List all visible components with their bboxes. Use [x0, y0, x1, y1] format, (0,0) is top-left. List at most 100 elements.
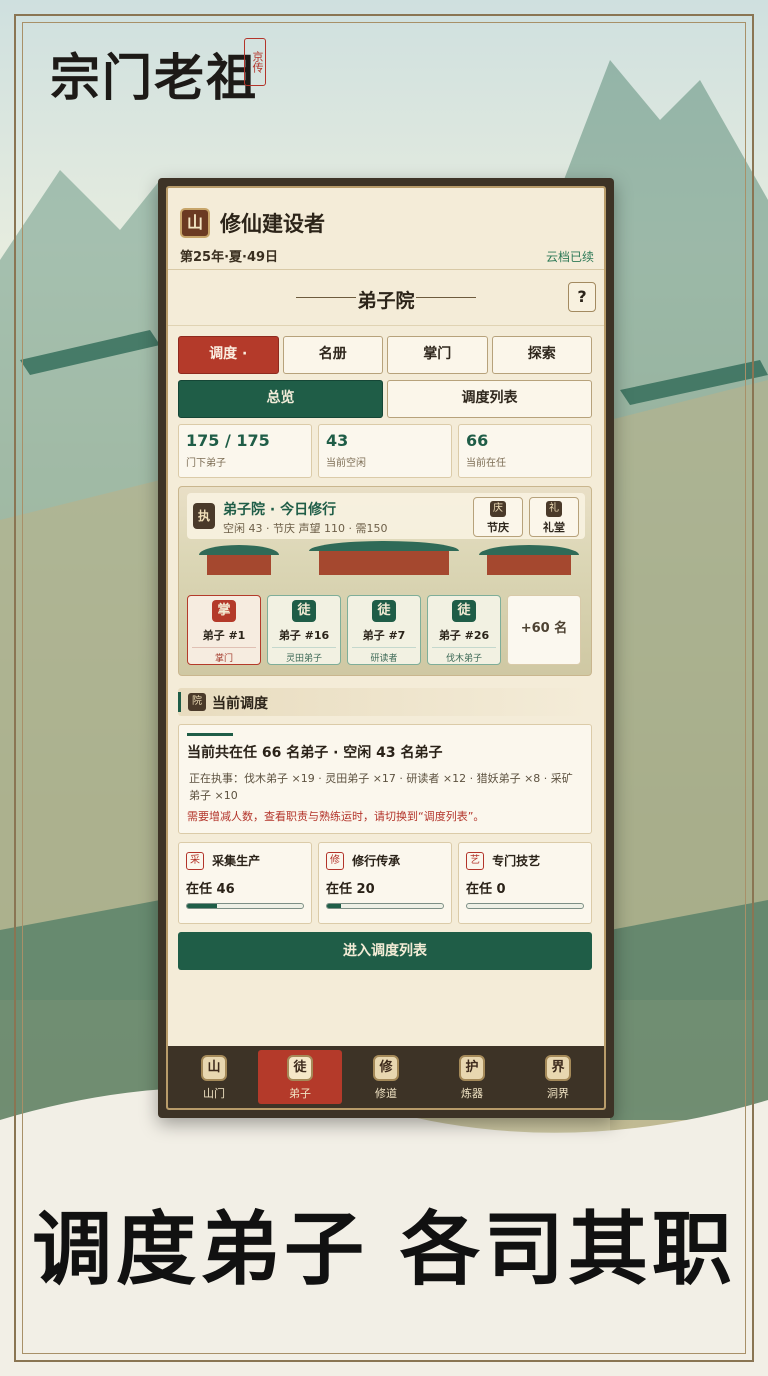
sect-emblem-icon: 山 — [180, 208, 210, 238]
nav-realm[interactable]: 界 洞界 — [516, 1050, 600, 1104]
festival-label: 节庆 — [487, 521, 509, 534]
summary-detail: 正在执事：伐木弟子 ×19 · 灵田弟子 ×17 · 研读者 ×12 · 猎妖弟… — [189, 772, 573, 802]
stat-label: 当前在任 — [466, 458, 506, 469]
disciple-role: 研读者 — [352, 647, 416, 664]
game-logo: 宗门老祖 — [50, 48, 258, 107]
nav-label: 弟子 — [289, 1087, 311, 1100]
disciple-name: 弟子 #26 — [438, 629, 490, 642]
hall-label: 礼堂 — [543, 521, 565, 534]
stat-value: 43 — [326, 431, 349, 450]
job-gathering[interactable]: 采 采集生产 在任 46 — [178, 842, 312, 924]
stat-label: 门下弟子 — [186, 458, 226, 469]
summary-main: 当前共在任 66 名弟子 · 空闲 43 名弟子 — [187, 745, 443, 761]
summary-warning: 需要增减人数，查看职责与熟练运时，请切换到“调度列表”。 — [187, 810, 485, 823]
enter-dispatch-list-button[interactable]: 进入调度列表 — [178, 932, 592, 970]
hall-icon: 礼 — [546, 501, 562, 517]
job-progress-bar — [326, 903, 444, 909]
job-progress-fill — [327, 904, 341, 908]
rank-badge: 掌 — [212, 600, 236, 622]
section-accent-bar — [178, 692, 181, 712]
subtab-overview[interactable]: 总览 — [178, 380, 383, 418]
building-wall — [207, 555, 271, 575]
disciple-name: 弟子 #7 — [362, 629, 406, 642]
job-crafts[interactable]: 艺 专门技艺 在任 0 — [458, 842, 592, 924]
hall-button[interactable]: 礼 礼堂 — [529, 497, 579, 537]
courtyard-title: 弟子院 · 今日修行 — [223, 502, 337, 518]
job-count: 在任 0 — [466, 881, 506, 897]
disciple-role: 伐木弟子 — [432, 647, 496, 664]
game-date: 第25年·夏·49日 — [180, 250, 279, 265]
festival-button[interactable]: 庆 节庆 — [473, 497, 523, 537]
disciple-icon: 徒 — [287, 1055, 313, 1081]
cloud-save-status[interactable]: 云档已续 — [546, 248, 594, 265]
tab-dispatch[interactable]: 调度 · — [178, 336, 279, 374]
nav-forge[interactable]: 护 炼器 — [430, 1050, 514, 1104]
realm-icon: 界 — [545, 1055, 571, 1081]
building-roof — [479, 545, 579, 555]
job-cultivation[interactable]: 修 修行传承 在任 20 — [318, 842, 452, 924]
disciple-card[interactable]: 掌 弟子 #1 掌门 — [187, 595, 261, 665]
logo-seal: 京传 — [244, 38, 266, 86]
bottom-nav: 山 山门 徒 弟子 修 修道 护 炼器 界 洞界 — [168, 1046, 604, 1108]
gathering-icon: 采 — [186, 851, 204, 870]
disciple-role: 灵田弟子 — [272, 647, 336, 664]
nav-label: 洞界 — [547, 1087, 569, 1100]
building-roof — [309, 541, 459, 551]
job-progress-fill — [187, 904, 218, 908]
title-ornament-right — [416, 297, 476, 298]
section-header: 弟子院 ? — [168, 270, 604, 326]
stat-label: 当前空闲 — [326, 458, 366, 469]
stat-idle: 43 当前空闲 — [318, 424, 452, 478]
duty-seal-icon: 执 — [193, 503, 215, 529]
stat-value: 66 — [466, 431, 489, 450]
stat-value: 175 / 175 — [186, 431, 270, 450]
job-count: 在任 46 — [186, 881, 235, 897]
courtyard-subtitle: 空闲 43 · 节庆 声望 110 · 需150 — [223, 522, 388, 535]
game-window: 山 修仙建设者 第25年·夏·49日 云档已续 弟子院 ? 调度 · 名册 掌门… — [158, 178, 614, 1118]
current-dispatch-header: 院 当前调度 — [178, 688, 592, 716]
cultivation-icon: 修 — [326, 851, 344, 870]
stat-total-disciples: 175 / 175 门下弟子 — [178, 424, 312, 478]
page-title: 弟子院 — [357, 290, 415, 312]
nav-cultivation[interactable]: 修 修道 — [344, 1050, 428, 1104]
summary-accent — [187, 733, 233, 736]
nav-label: 炼器 — [461, 1087, 483, 1100]
nav-disciples[interactable]: 徒 弟子 — [258, 1050, 342, 1104]
festival-icon: 庆 — [490, 501, 506, 517]
courtyard-banner: 执 弟子院 · 今日修行 空闲 43 · 节庆 声望 110 · 需150 庆 … — [187, 493, 585, 539]
more-disciples-button[interactable]: +60 名 — [507, 595, 581, 665]
tab-roster[interactable]: 名册 — [282, 336, 383, 374]
current-dispatch-title: 当前调度 — [212, 696, 268, 712]
disciple-card[interactable]: 徒 弟子 #26 伐木弟子 — [427, 595, 501, 665]
job-progress-bar — [466, 903, 584, 909]
job-name: 专门技艺 — [492, 854, 541, 868]
rank-badge: 徒 — [452, 600, 476, 622]
building-roof — [199, 545, 279, 555]
courtyard-icon: 院 — [188, 693, 206, 711]
building-wall — [487, 555, 571, 575]
stats-row: 175 / 175 门下弟子 43 当前空闲 66 当前在任 — [178, 424, 592, 478]
disciple-name: 弟子 #1 — [202, 629, 246, 642]
nav-gate[interactable]: 山 山门 — [172, 1050, 256, 1104]
job-name: 修行传承 — [352, 854, 401, 868]
subtab-dispatch-list[interactable]: 调度列表 — [387, 380, 592, 418]
tab-explore[interactable]: 探索 — [491, 336, 592, 374]
job-name: 采集生产 — [212, 854, 261, 868]
building-wall — [319, 551, 449, 575]
forge-icon: 护 — [459, 1055, 485, 1081]
player-title: 修仙建设者 — [220, 212, 325, 236]
disciple-name: 弟子 #16 — [278, 629, 330, 642]
tab-master[interactable]: 掌门 — [387, 336, 488, 374]
cultivation-icon: 修 — [373, 1055, 399, 1081]
promo-slogan: 调度弟子 各司其职 — [32, 1202, 736, 1296]
rank-badge: 徒 — [292, 600, 316, 622]
gate-icon: 山 — [201, 1055, 227, 1081]
dispatch-summary: 当前共在任 66 名弟子 · 空闲 43 名弟子 正在执事：伐木弟子 ×19 ·… — [178, 724, 592, 834]
nav-label: 修道 — [375, 1087, 397, 1100]
sub-tabs: 总览 调度列表 — [178, 380, 592, 418]
nav-label: 山门 — [203, 1087, 225, 1100]
disciple-card[interactable]: 徒 弟子 #7 研读者 — [347, 595, 421, 665]
job-count: 在任 20 — [326, 881, 375, 897]
help-button[interactable]: ? — [568, 282, 596, 312]
disciple-card[interactable]: 徒 弟子 #16 灵田弟子 — [267, 595, 341, 665]
